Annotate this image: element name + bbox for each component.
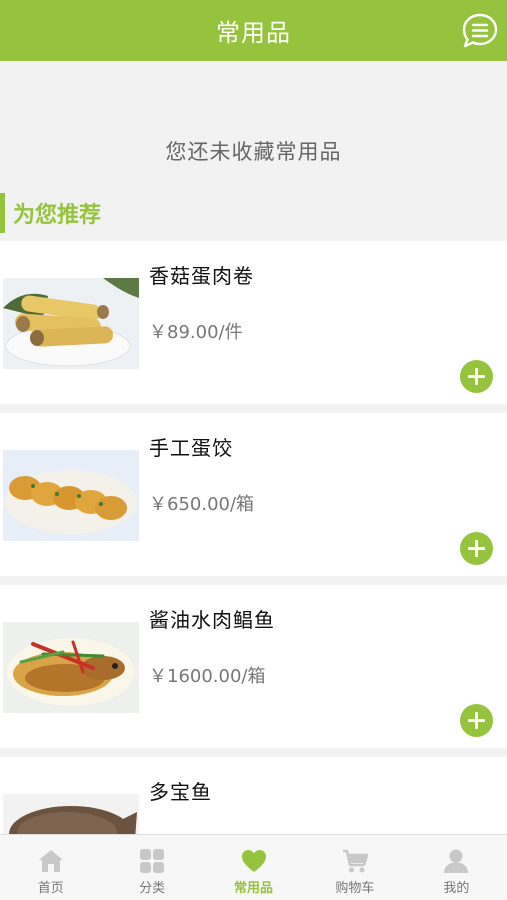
tab-favorites[interactable]: 常用品: [203, 835, 304, 900]
tab-label: 首页: [37, 881, 64, 896]
product-name: 多宝鱼: [149, 780, 212, 804]
tab-label: 我的: [443, 881, 470, 896]
product-name: 香菇蛋肉卷: [149, 264, 254, 288]
grid-icon: [140, 849, 165, 873]
tab-cart[interactable]: 购物车: [304, 835, 405, 900]
app: 常用品 您还未收藏常用品 为您推荐 香菇蛋肉卷 ￥89.00/件 手工蛋饺 ￥6…: [0, 0, 507, 900]
home-icon: [38, 850, 63, 872]
product-list: 香菇蛋肉卷 ￥89.00/件 手工蛋饺 ￥650.00/箱 酱油水肉鲳鱼 ￥16…: [0, 241, 507, 900]
product-image[interactable]: [3, 450, 139, 541]
section-accent-bar: [0, 193, 5, 233]
product-price: ￥89.00/件: [149, 322, 243, 343]
tab-label: 常用品: [234, 881, 274, 896]
tab-label: 分类: [139, 881, 166, 896]
tab-home[interactable]: 首页: [0, 835, 101, 900]
empty-state-text: 您还未收藏常用品: [165, 140, 342, 164]
product-name: 酱油水肉鲳鱼: [149, 608, 275, 632]
cart-icon: [342, 849, 368, 873]
product-item[interactable]: 手工蛋饺 ￥650.00/箱: [0, 413, 507, 576]
product-image[interactable]: [3, 622, 139, 713]
section-title: 为您推荐: [13, 203, 102, 228]
page-title: 常用品: [216, 19, 291, 47]
product-item[interactable]: 香菇蛋肉卷 ￥89.00/件: [0, 241, 507, 404]
header: 常用品: [0, 0, 507, 61]
tab-category[interactable]: 分类: [101, 835, 202, 900]
add-to-favorites-button[interactable]: [460, 360, 493, 393]
recommend-section-header: 为您推荐: [0, 193, 507, 233]
message-icon[interactable]: [461, 12, 499, 50]
heart-icon: [241, 850, 266, 872]
product-name: 手工蛋饺: [149, 436, 233, 460]
add-to-favorites-button[interactable]: [460, 704, 493, 737]
product-image[interactable]: [3, 278, 139, 369]
product-price: ￥1600.00/箱: [149, 666, 266, 687]
product-price: ￥650.00/箱: [149, 494, 255, 515]
add-to-favorites-button[interactable]: [460, 532, 493, 565]
user-icon: [444, 849, 469, 873]
tab-profile[interactable]: 我的: [406, 835, 507, 900]
bottom-tab-bar: 首页 分类 常用品 购物车 我的: [0, 834, 507, 900]
tab-label: 购物车: [335, 881, 375, 896]
product-item[interactable]: 酱油水肉鲳鱼 ￥1600.00/箱: [0, 585, 507, 748]
